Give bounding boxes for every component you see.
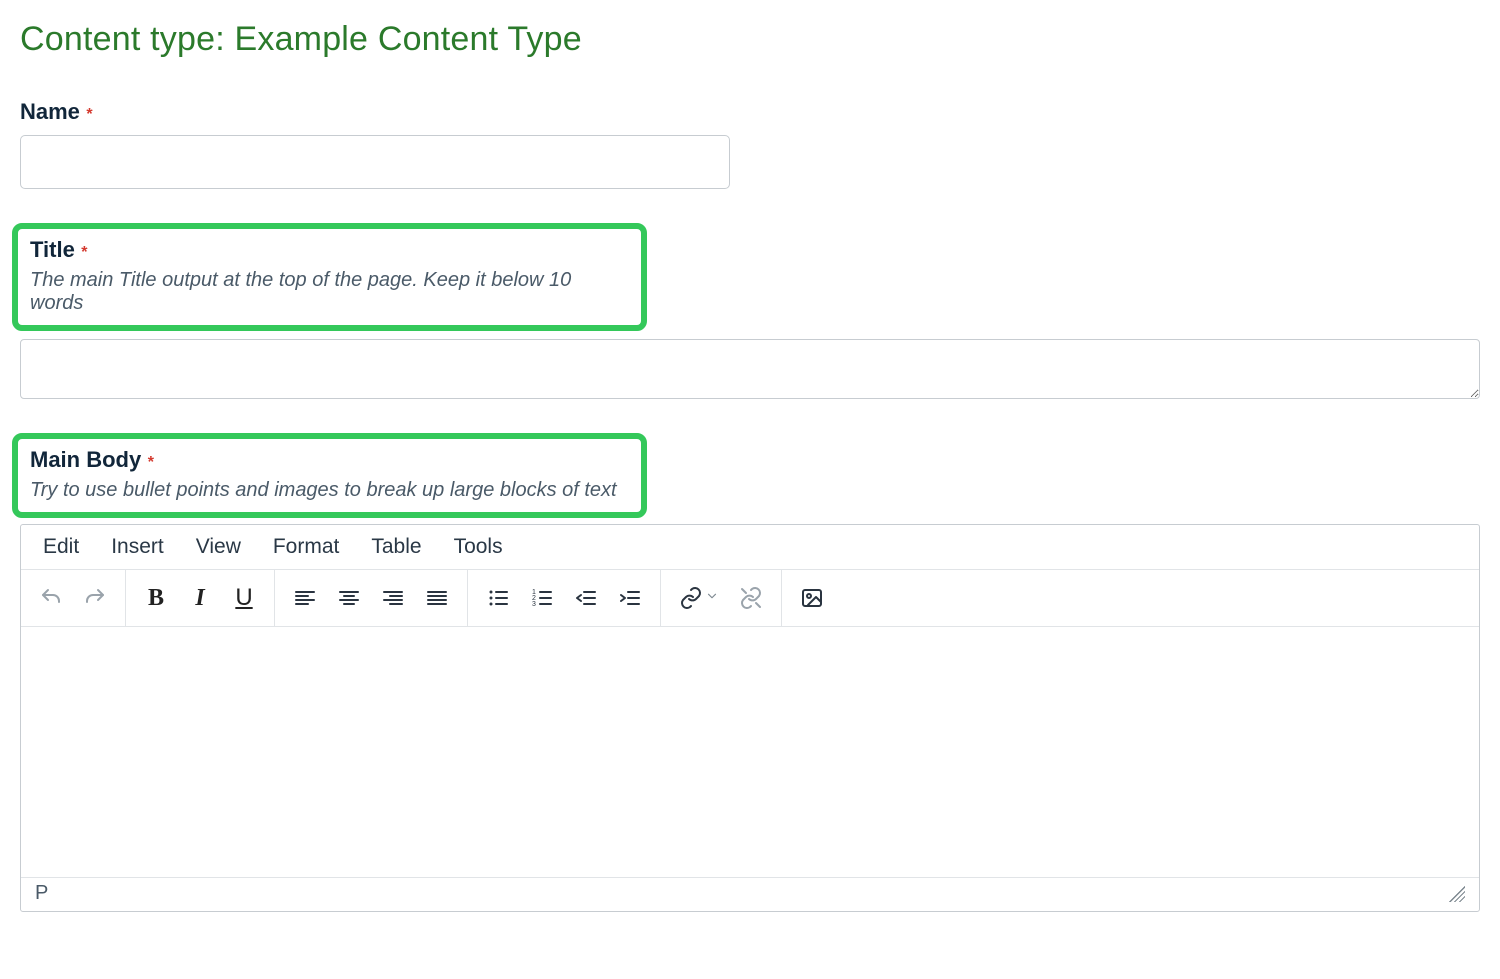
svg-text:3: 3	[532, 601, 536, 608]
bullet-list-button[interactable]	[476, 576, 520, 620]
unlink-icon	[739, 586, 763, 610]
bold-icon: B	[148, 585, 164, 612]
indent-button[interactable]	[608, 576, 652, 620]
align-right-icon	[381, 586, 405, 610]
tb-group-align	[275, 570, 468, 626]
align-left-button[interactable]	[283, 576, 327, 620]
underline-icon: U	[235, 584, 252, 612]
tb-group-history	[21, 570, 126, 626]
title-input[interactable]	[20, 339, 1480, 399]
body-highlight-box: Main Body * Try to use bullet points and…	[12, 433, 647, 518]
tb-group-font-style: B I U	[126, 570, 275, 626]
title-label: Title	[30, 237, 75, 262]
rte-menu-format[interactable]: Format	[273, 535, 340, 559]
field-main-body: Main Body * Try to use bullet points and…	[20, 433, 1480, 912]
rte-menu-tools[interactable]: Tools	[454, 535, 503, 559]
link-icon	[679, 586, 703, 610]
undo-icon	[39, 586, 63, 610]
insert-image-button[interactable]	[790, 576, 834, 620]
required-marker: *	[86, 106, 92, 123]
indent-icon	[618, 586, 642, 610]
name-input[interactable]	[20, 135, 730, 189]
rte-menu-edit[interactable]: Edit	[43, 535, 79, 559]
align-right-button[interactable]	[371, 576, 415, 620]
body-help-text: Try to use bullet points and images to b…	[30, 479, 629, 502]
field-name: Name *	[20, 99, 1480, 189]
rte-element-path: P	[35, 882, 48, 905]
chevron-down-icon	[705, 589, 719, 608]
numbered-list-button[interactable]: 123	[520, 576, 564, 620]
image-icon	[800, 586, 824, 610]
align-justify-button[interactable]	[415, 576, 459, 620]
underline-button[interactable]: U	[222, 576, 266, 620]
align-justify-icon	[425, 586, 449, 610]
italic-button[interactable]: I	[178, 576, 222, 620]
align-center-icon	[337, 586, 361, 610]
outdent-icon	[574, 586, 598, 610]
rte-toolbar: B I U	[21, 570, 1479, 627]
undo-button[interactable]	[29, 576, 73, 620]
body-label: Main Body	[30, 447, 141, 472]
title-help-text: The main Title output at the top of the …	[30, 269, 629, 315]
redo-button[interactable]	[73, 576, 117, 620]
rte-menubar: Edit Insert View Format Table Tools	[21, 525, 1479, 570]
italic-icon: I	[195, 585, 204, 612]
tb-group-link	[661, 570, 782, 626]
tb-group-lists: 123	[468, 570, 661, 626]
outdent-button[interactable]	[564, 576, 608, 620]
rte-content-area[interactable]	[21, 627, 1479, 877]
resize-handle[interactable]	[1449, 886, 1465, 902]
list-bullet-icon	[486, 586, 510, 610]
rte-menu-view[interactable]: View	[196, 535, 241, 559]
redo-icon	[83, 586, 107, 610]
required-marker: *	[148, 454, 154, 471]
link-button[interactable]	[669, 576, 729, 620]
unlink-button[interactable]	[729, 576, 773, 620]
list-number-icon: 123	[530, 586, 554, 610]
rte-menu-insert[interactable]: Insert	[111, 535, 164, 559]
field-title: Title * The main Title output at the top…	[20, 223, 1480, 399]
align-left-icon	[293, 586, 317, 610]
rte-statusbar: P	[21, 877, 1479, 911]
rich-text-editor: Edit Insert View Format Table Tools	[20, 524, 1480, 912]
bold-button[interactable]: B	[134, 576, 178, 620]
rte-menu-table[interactable]: Table	[371, 535, 421, 559]
page-heading: Content type: Example Content Type	[20, 20, 1480, 59]
title-highlight-box: Title * The main Title output at the top…	[12, 223, 647, 331]
required-marker: *	[81, 244, 87, 261]
tb-group-media	[782, 570, 842, 626]
name-label: Name	[20, 99, 80, 124]
align-center-button[interactable]	[327, 576, 371, 620]
